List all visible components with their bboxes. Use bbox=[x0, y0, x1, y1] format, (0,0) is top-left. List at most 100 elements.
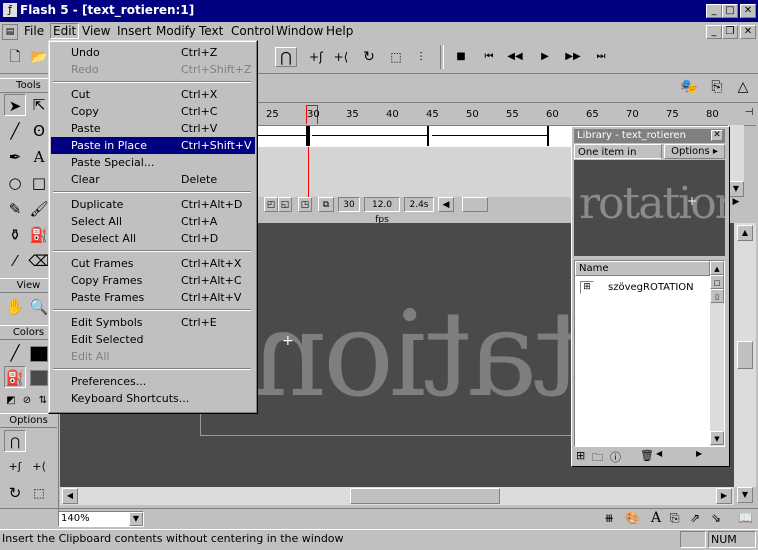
menu-item-redo[interactable]: Redo Ctrl+Shift+Z bbox=[51, 61, 255, 78]
timeline-scroll-right-icon[interactable]: ▶ bbox=[728, 197, 744, 213]
menu-item-undo[interactable]: Undo Ctrl+Z bbox=[51, 44, 255, 61]
menu-modify[interactable]: Modify bbox=[154, 24, 198, 38]
menu-text[interactable]: Text bbox=[197, 24, 225, 38]
new-symbol-icon[interactable]: ⊞ bbox=[576, 449, 585, 462]
menu-item-keyboard-shortcuts[interactable]: Keyboard Shortcuts... bbox=[51, 390, 255, 407]
lasso-tool-icon[interactable]: ʘ bbox=[28, 120, 50, 142]
properties-icon[interactable]: ⓘ bbox=[610, 449, 621, 465]
menu-control[interactable]: Control bbox=[229, 24, 276, 38]
menu-item-duplicate[interactable]: Duplicate Ctrl+Alt+D bbox=[51, 196, 255, 213]
vscroll-thumb[interactable] bbox=[737, 341, 753, 369]
library-scroll-left-icon[interactable]: ◀ bbox=[656, 449, 672, 462]
hscroll-thumb[interactable] bbox=[350, 488, 500, 504]
shapes-icon[interactable]: △ bbox=[732, 77, 754, 97]
menu-item-copy-frames[interactable]: Copy Frames Ctrl+Alt+C bbox=[51, 272, 255, 289]
arrow-tool-icon[interactable]: ➤ bbox=[4, 94, 26, 116]
library-scroll-right-icon[interactable]: ▶ bbox=[696, 449, 712, 462]
doc-restore-icon[interactable]: ❐ bbox=[722, 25, 738, 39]
align-icon[interactable]: ⫶ bbox=[410, 47, 432, 67]
timeline-scroll-thumb[interactable] bbox=[462, 197, 488, 212]
instance-panel-icon[interactable]: ⎘ bbox=[670, 511, 680, 526]
menu-item-edit-symbols[interactable]: Edit Symbols Ctrl+E bbox=[51, 314, 255, 331]
menu-file[interactable]: File bbox=[22, 24, 46, 38]
menu-item-copy[interactable]: Copy Ctrl+C bbox=[51, 103, 255, 120]
new-file-icon[interactable]: 🗋 bbox=[4, 47, 26, 67]
library-vscroll[interactable]: ▲ □ ▯ ▼ bbox=[710, 261, 724, 446]
smooth-icon[interactable]: +ʃ bbox=[305, 47, 327, 67]
document-icon[interactable]: ▤ bbox=[2, 24, 18, 40]
menu-item-cut[interactable]: Cut Ctrl+X bbox=[51, 86, 255, 103]
keyframe[interactable] bbox=[306, 126, 310, 146]
menu-insert[interactable]: Insert bbox=[115, 24, 153, 38]
step-back-icon[interactable]: ◀◀ bbox=[504, 47, 526, 67]
scroll-down-icon[interactable]: ▼ bbox=[710, 431, 724, 445]
step-forward-icon[interactable]: ▶▶ bbox=[562, 47, 584, 67]
keyframe[interactable] bbox=[547, 126, 549, 146]
dropper-tool-icon[interactable]: ⁄ bbox=[4, 250, 26, 272]
go-end-icon[interactable]: ⏭ bbox=[590, 47, 612, 67]
actions-panel-icon[interactable]: ⇗ bbox=[690, 511, 700, 525]
snap-magnet-icon[interactable]: ⋂ bbox=[275, 47, 297, 67]
edit-scene-icon[interactable]: 🎭 bbox=[678, 77, 700, 97]
fill-color-icon[interactable]: ⛽ bbox=[4, 366, 26, 388]
rotate-icon[interactable]: ↻ bbox=[358, 47, 380, 67]
stop-icon[interactable]: ■ bbox=[450, 47, 472, 67]
close-icon[interactable]: ✕ bbox=[740, 4, 756, 18]
menu-help[interactable]: Help bbox=[324, 24, 355, 38]
menu-item-paste-special[interactable]: Paste Special... bbox=[51, 154, 255, 171]
snap-to-objects-icon[interactable]: ⋂ bbox=[4, 430, 26, 452]
play-icon[interactable]: ▶ bbox=[534, 47, 556, 67]
playhead[interactable]: 30 bbox=[306, 105, 320, 124]
option-straighten-icon[interactable]: +⟨ bbox=[28, 456, 50, 478]
pen-tool-icon[interactable]: ✒ bbox=[4, 146, 26, 168]
menu-item-paste[interactable]: Paste Ctrl+V bbox=[51, 120, 255, 137]
brush-tool-icon[interactable]: 🖌 bbox=[28, 198, 50, 220]
doc-minimize-icon[interactable]: _ bbox=[706, 25, 722, 39]
library-panel-icon[interactable]: 📖 bbox=[738, 511, 753, 525]
stroke-color-icon[interactable]: ╱ bbox=[4, 342, 26, 364]
keyframe[interactable] bbox=[427, 126, 429, 146]
character-panel-icon[interactable]: A bbox=[651, 510, 661, 526]
open-file-icon[interactable]: 📂 bbox=[28, 47, 50, 67]
onion-skin-icon[interactable]: ◱ bbox=[278, 197, 292, 212]
straighten-icon[interactable]: +⟨ bbox=[330, 47, 352, 67]
onion-outline-icon[interactable]: ◳ bbox=[298, 197, 312, 212]
scroll-down-icon[interactable]: ▼ bbox=[728, 181, 744, 197]
scale-icon[interactable]: ⬚ bbox=[385, 47, 407, 67]
flash-app-icon[interactable]: ƒ bbox=[3, 3, 17, 17]
library-item[interactable]: ⊞ szövegROTATION bbox=[578, 279, 708, 297]
frame-view-menu-icon[interactable]: ⊣ bbox=[744, 107, 754, 121]
wide-state-icon[interactable]: □ bbox=[710, 275, 724, 289]
library-close-icon[interactable]: ✕ bbox=[711, 130, 723, 141]
menu-item-paste-in-place[interactable]: Paste in Place Ctrl+Shift+V bbox=[51, 137, 255, 154]
option-smooth-icon[interactable]: +ʃ bbox=[4, 456, 26, 478]
menu-view[interactable]: View bbox=[80, 24, 112, 38]
eraser-tool-icon[interactable]: ⌫ bbox=[28, 250, 50, 272]
edit-multiple-icon[interactable]: ⧉ bbox=[318, 197, 334, 212]
zoom-tool-icon[interactable]: 🔍 bbox=[28, 296, 50, 318]
library-column-name[interactable]: Name bbox=[575, 261, 710, 276]
delete-icon[interactable]: 🗑 bbox=[640, 449, 654, 462]
info-panel-icon[interactable]: ⧻ bbox=[604, 511, 614, 525]
menu-item-preferences[interactable]: Preferences... bbox=[51, 373, 255, 390]
pencil-tool-icon[interactable]: ✎ bbox=[4, 198, 26, 220]
rewind-start-icon[interactable]: ⏮ bbox=[478, 47, 500, 67]
menu-item-clear[interactable]: Clear Delete bbox=[51, 171, 255, 188]
stroke-color-swatch[interactable] bbox=[30, 346, 48, 362]
menu-window[interactable]: Window bbox=[274, 24, 325, 38]
center-frame-icon[interactable]: ◰ bbox=[264, 197, 278, 212]
timeline-scroll-left-icon[interactable]: ◀ bbox=[438, 197, 454, 212]
maximize-icon[interactable]: □ bbox=[722, 4, 738, 18]
scroll-right-icon[interactable]: ▶ bbox=[716, 488, 732, 504]
ink-bottle-tool-icon[interactable]: ⚱ bbox=[4, 224, 26, 246]
minimize-icon[interactable]: _ bbox=[706, 4, 722, 18]
line-tool-icon[interactable]: ╱ bbox=[4, 120, 26, 142]
stage-vscroll[interactable]: ▲ ▼ bbox=[734, 223, 756, 503]
menu-item-cut-frames[interactable]: Cut Frames Ctrl+Alt+X bbox=[51, 255, 255, 272]
menu-item-deselect-all[interactable]: Deselect All Ctrl+D bbox=[51, 230, 255, 247]
chevron-down-icon[interactable]: ▼ bbox=[129, 512, 143, 526]
doc-close-icon[interactable]: ✕ bbox=[740, 25, 756, 39]
paint-bucket-tool-icon[interactable]: ⛽ bbox=[28, 224, 50, 246]
scroll-up-icon[interactable]: ▲ bbox=[710, 261, 724, 275]
new-folder-icon[interactable]: 🗀 bbox=[592, 449, 603, 468]
